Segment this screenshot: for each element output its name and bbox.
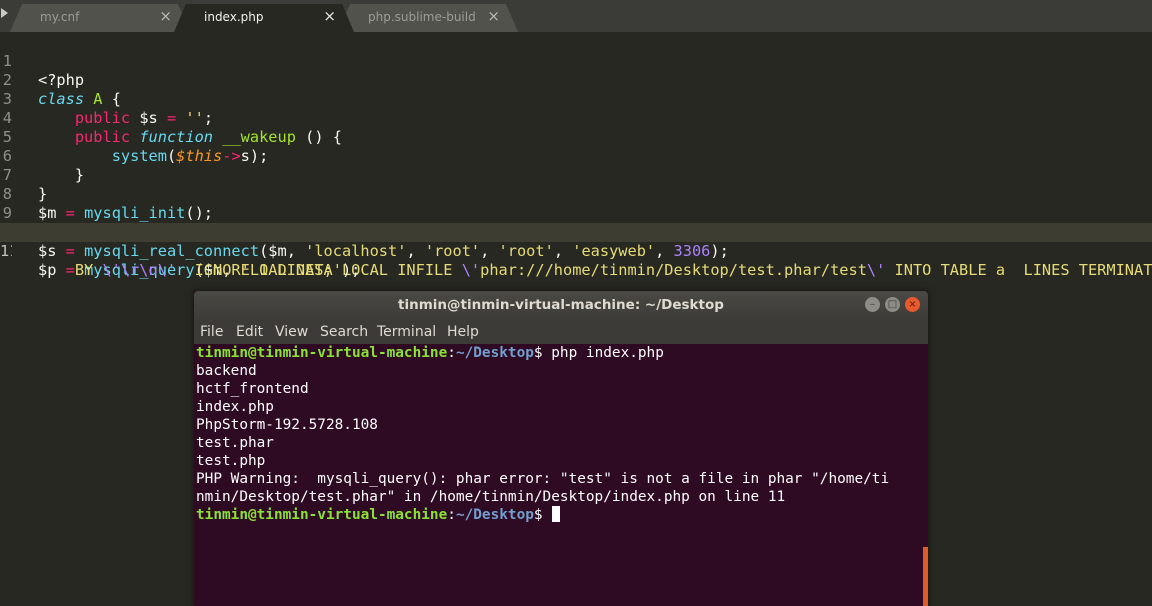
terminal-output-line: hctf_frontend xyxy=(196,381,309,397)
tab-label: php.sublime-build xyxy=(368,10,476,24)
terminal-menubar: File Edit View Search Terminal Help xyxy=(194,320,928,344)
tab-php-sublime-build[interactable]: php.sublime-build × xyxy=(338,4,518,32)
code-line: 2 class A { xyxy=(0,52,1152,108)
menu-view[interactable]: View xyxy=(275,324,308,340)
prompt-separator: : xyxy=(447,507,456,523)
prompt-path: ~/Desktop xyxy=(455,507,534,523)
close-icon[interactable]: × xyxy=(487,7,500,25)
code-line: 8 $m = mysqli_init(); xyxy=(0,166,1152,222)
menu-edit[interactable]: Edit xyxy=(236,324,263,340)
terminal-output-line: PhpStorm-192.5728.108 xyxy=(196,417,378,433)
terminal-output-line: backend xyxy=(196,363,257,379)
tab-my-cnf[interactable]: my.cnf × xyxy=(10,4,190,32)
code-text: BY \'\r\n\' IGNORE 1 LINES;'); xyxy=(38,261,361,279)
terminal-command: php index.php xyxy=(542,345,664,361)
terminal-prompt-line: tinmin@tinmin-virtual-machine:~/Desktop$ xyxy=(196,506,560,524)
terminal-output-line: PHP Warning: mysqli_query(): phar error:… xyxy=(196,471,890,487)
terminal-window[interactable]: tinmin@tinmin-virtual-machine: ~/Desktop… xyxy=(194,291,928,606)
terminal-scrollbar[interactable] xyxy=(923,547,928,606)
terminal-output-line: test.php xyxy=(196,453,266,469)
terminal-output-line: index.php xyxy=(196,399,274,415)
terminal-titlebar[interactable]: tinmin@tinmin-virtual-machine: ~/Desktop… xyxy=(194,291,928,320)
terminal-output-line: test.phar xyxy=(196,435,274,451)
menu-help[interactable]: Help xyxy=(447,324,479,340)
prompt-end: $ xyxy=(533,507,543,523)
menu-search[interactable]: Search xyxy=(320,324,368,340)
terminal-cursor xyxy=(551,506,560,522)
code-line: 5 system($this->s); xyxy=(0,109,1152,165)
code-line-wrapped: BY \'\r\n\' IGNORE 1 LINES;'); xyxy=(0,242,1152,279)
prompt-user: tinmin@tinmin-virtual-machine xyxy=(196,507,448,523)
close-icon[interactable]: × xyxy=(323,7,336,25)
close-icon[interactable]: × xyxy=(905,297,920,312)
menu-terminal[interactable]: Terminal xyxy=(377,324,436,340)
tab-label: my.cnf xyxy=(40,10,80,24)
code-line: 9 mysqli_options($m, MYSQLI_OPT_LOCAL_IN… xyxy=(0,185,1152,241)
code-line: 6 } xyxy=(0,128,1152,184)
tab-scroll-arrow-icon[interactable] xyxy=(1,8,8,18)
maximize-icon[interactable]: □ xyxy=(885,297,900,312)
code-line: 7 } xyxy=(0,147,1152,203)
tab-label: index.php xyxy=(204,10,264,24)
prompt-path: ~/Desktop xyxy=(455,345,534,361)
code-line: 1 <?php xyxy=(0,33,1152,89)
code-line: 4 public function __wakeup () { xyxy=(0,90,1152,146)
prompt-user: tinmin@tinmin-virtual-machine xyxy=(196,345,448,361)
prompt-separator: : xyxy=(447,345,456,361)
prompt-end: $ xyxy=(533,345,543,361)
tab-index-php[interactable]: index.php × xyxy=(174,4,354,32)
code-line: 3 public $s = ''; xyxy=(0,71,1152,127)
code-line-current: 11 $p = mysqli_query($m, 'LOAD DATA LOCA… xyxy=(0,223,1152,279)
editor-tab-bar: my.cnf × php.sublime-build × index.php × xyxy=(0,0,1152,32)
terminal-output[interactable]: tinmin@tinmin-virtual-machine:~/Desktop$… xyxy=(194,344,928,606)
terminal-output-line: nmin/Desktop/test.phar" in /home/tinmin/… xyxy=(196,489,786,505)
window-title: tinmin@tinmin-virtual-machine: ~/Desktop xyxy=(398,297,724,313)
minimize-icon[interactable]: – xyxy=(865,297,880,312)
close-icon[interactable]: × xyxy=(159,7,172,25)
menu-file[interactable]: File xyxy=(200,324,223,340)
terminal-prompt-line: tinmin@tinmin-virtual-machine:~/Desktop$… xyxy=(196,344,664,362)
code-line: 10 $s = mysqli_real_connect($m, 'localho… xyxy=(0,204,1152,260)
